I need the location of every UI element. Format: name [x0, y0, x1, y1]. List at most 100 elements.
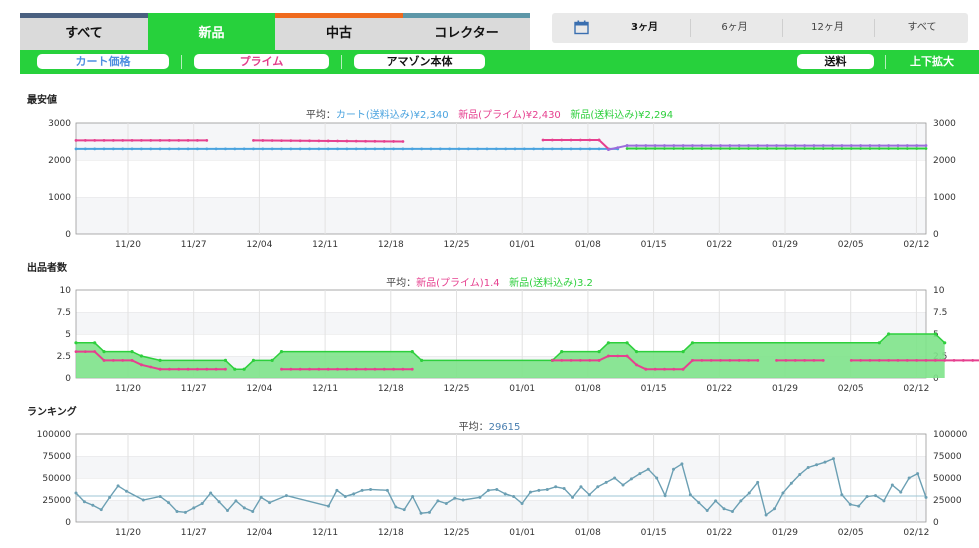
data-point	[420, 358, 424, 362]
data-point	[345, 367, 349, 371]
data-point	[961, 359, 965, 362]
x-tick-label: 12/18	[378, 528, 404, 538]
x-tick-label: 11/27	[181, 240, 207, 250]
x-tick-label: 01/01	[509, 384, 535, 394]
data-point	[672, 147, 676, 150]
data-point	[308, 147, 311, 151]
data-point	[520, 502, 524, 506]
data-point	[401, 147, 405, 151]
data-point	[124, 489, 128, 493]
data-point	[461, 498, 465, 502]
data-point	[149, 365, 153, 369]
data-point	[849, 359, 853, 362]
data-point	[907, 476, 911, 480]
data-point	[700, 359, 704, 362]
data-point	[635, 147, 638, 150]
data-point	[943, 341, 947, 345]
data-point	[392, 367, 395, 371]
data-point	[420, 147, 424, 151]
data-point	[427, 510, 431, 514]
data-point	[672, 467, 676, 471]
data-point	[158, 147, 162, 151]
data-point	[569, 138, 573, 142]
data-point	[373, 147, 377, 151]
data-point	[541, 147, 545, 151]
data-point	[646, 467, 650, 471]
data-point	[360, 488, 364, 492]
data-point	[289, 367, 293, 371]
data-point	[625, 341, 629, 345]
data-point	[737, 144, 741, 147]
data-point	[784, 147, 788, 150]
data-point	[224, 367, 227, 371]
data-point	[625, 147, 629, 150]
data-point	[74, 138, 78, 142]
data-point	[93, 138, 97, 142]
data-point	[550, 138, 554, 142]
data-point	[739, 499, 743, 503]
data-point	[775, 147, 778, 150]
data-point	[233, 147, 237, 151]
x-tick-label: 12/11	[312, 384, 338, 394]
data-point	[270, 358, 274, 362]
plot-band	[76, 290, 926, 312]
data-point	[588, 359, 592, 362]
data-point	[74, 147, 78, 151]
data-point	[298, 147, 302, 151]
data-point	[924, 144, 928, 147]
data-point	[644, 147, 648, 150]
data-point	[141, 498, 145, 502]
data-point	[401, 140, 405, 143]
y-tick-label-right: 10	[933, 286, 945, 296]
data-point	[756, 480, 760, 484]
x-tick-label: 12/04	[246, 528, 272, 538]
data-point	[284, 494, 288, 498]
data-point	[560, 147, 564, 151]
data-point	[528, 490, 532, 494]
data-point	[840, 144, 844, 147]
data-point	[279, 350, 284, 354]
data-point	[111, 359, 115, 362]
data-point	[775, 359, 778, 362]
data-point	[83, 138, 87, 142]
data-point	[625, 354, 629, 358]
data-point	[402, 508, 406, 512]
data-point	[597, 138, 601, 142]
data-point	[345, 139, 349, 143]
data-point	[681, 367, 685, 371]
y-tick-label-right: 75000	[933, 452, 962, 462]
y-tick-label-left: 50000	[42, 474, 71, 484]
data-point	[476, 147, 480, 151]
data-point	[625, 144, 629, 147]
data-point	[690, 341, 695, 345]
data-point	[364, 139, 367, 143]
data-point	[663, 144, 666, 147]
data-point	[196, 147, 199, 151]
y-tick-label-right: 25000	[933, 496, 962, 506]
data-point	[905, 359, 909, 362]
data-point	[597, 147, 601, 151]
data-point	[877, 341, 881, 345]
data-point	[560, 350, 564, 354]
data-point	[579, 485, 583, 489]
data-point	[653, 144, 657, 147]
data-point	[369, 487, 373, 491]
data-point	[597, 359, 601, 362]
data-point	[700, 147, 704, 150]
x-tick-label: 12/11	[312, 528, 338, 538]
data-point	[773, 507, 777, 511]
data-point	[252, 147, 255, 151]
data-point	[130, 147, 134, 151]
data-point	[616, 146, 620, 150]
data-point	[840, 493, 844, 497]
data-point	[259, 495, 263, 499]
data-point	[719, 144, 722, 147]
data-point	[709, 359, 713, 362]
x-tick-label: 12/18	[378, 384, 404, 394]
data-point	[385, 488, 389, 492]
data-point	[933, 359, 937, 362]
y-tick-label-left: 7.5	[57, 308, 71, 318]
data-point	[233, 367, 237, 371]
data-point	[571, 495, 575, 499]
x-tick-label: 01/22	[706, 240, 732, 250]
